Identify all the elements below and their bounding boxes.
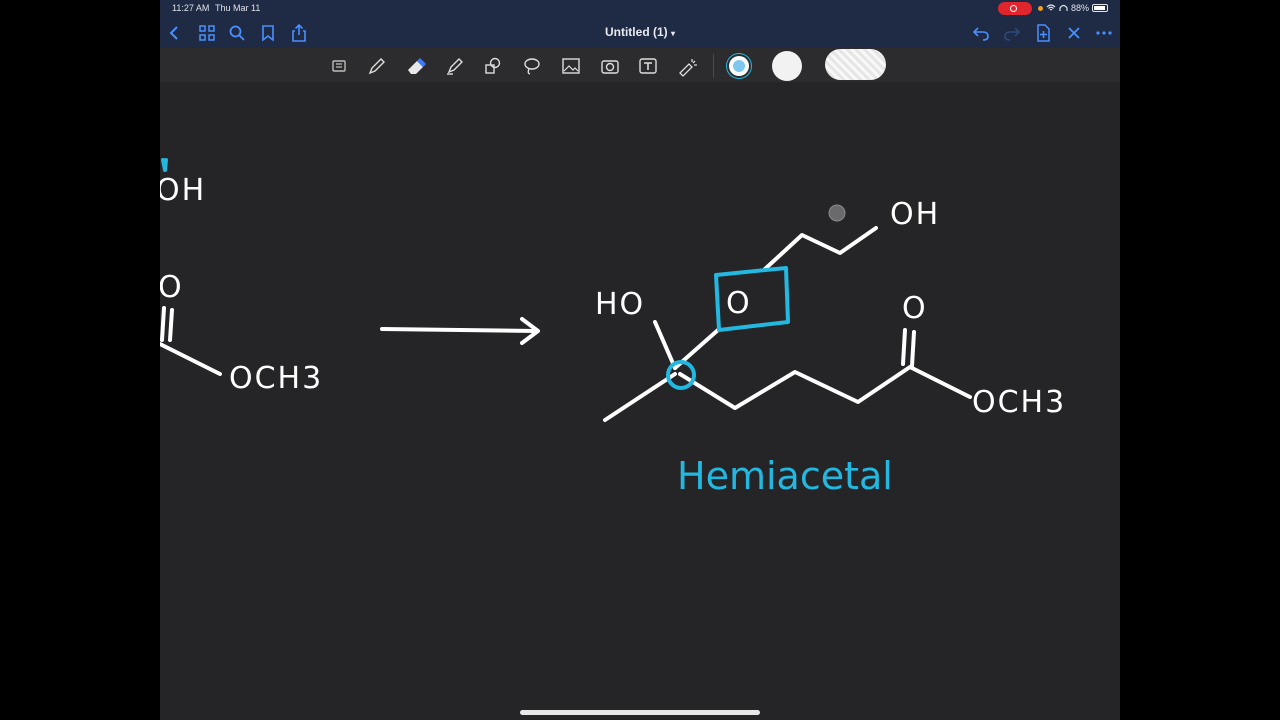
document-title-text: Untitled (1) <box>604 25 668 39</box>
ester-och3-label: OCH3 <box>972 385 1066 420</box>
battery-percent: 88% <box>1071 3 1090 13</box>
color-swatch-selected[interactable] <box>729 56 749 76</box>
bond-ho-to-carbon <box>653 320 677 370</box>
status-date: Thu Mar 11 <box>215 3 261 13</box>
screen-recording-indicator[interactable] <box>998 2 1032 15</box>
reaction-arrow <box>380 317 540 345</box>
handwritten-drawing: OH O OCH3 HO O OH O OCH3 Hemiacetal <box>160 158 1066 498</box>
left-molecule: OH O OCH3 <box>160 158 323 396</box>
page-icon[interactable] <box>328 55 350 77</box>
more-options-icon[interactable] <box>1094 23 1114 43</box>
methyl-bond <box>603 372 677 422</box>
drawing-toolbar <box>160 48 1120 82</box>
close-icon[interactable] <box>1064 23 1084 43</box>
status-time: 11:27 AM <box>172 3 210 13</box>
shapes-icon[interactable] <box>482 55 504 77</box>
carbon-chain <box>678 365 972 410</box>
battery-icon <box>1092 4 1109 12</box>
partial-blue-stroke <box>161 158 168 172</box>
ho-label: HO <box>595 287 645 322</box>
lasso-icon[interactable] <box>521 55 543 77</box>
chain-to-oh <box>763 226 878 271</box>
image-icon[interactable] <box>560 55 582 77</box>
toolbar-divider <box>713 54 714 78</box>
redo-icon[interactable] <box>1002 23 1022 43</box>
arrow-shaft <box>380 327 538 333</box>
left-double-bond <box>160 306 174 342</box>
ipad-screen: 11:27 AM Thu Mar 11 88% Untitled (1) ▾ O… <box>160 0 1120 720</box>
camera-icon[interactable] <box>599 55 621 77</box>
color-swatch-white[interactable] <box>772 51 802 81</box>
status-indicators: 88% <box>1038 3 1109 13</box>
wifi-icon <box>1046 4 1056 11</box>
pen-icon[interactable] <box>366 55 388 77</box>
undo-icon[interactable] <box>971 23 991 43</box>
text-icon[interactable] <box>637 55 659 77</box>
right-molecule: HO O OH O OCH3 <box>595 197 1066 422</box>
add-page-icon[interactable] <box>1033 23 1053 43</box>
left-och3-label: OCH3 <box>229 361 323 396</box>
left-carbonyl-oxygen: O <box>160 270 184 305</box>
pointer-cursor <box>828 204 846 222</box>
left-oh-label: OH <box>160 173 206 208</box>
drawing-canvas[interactable]: OH O OCH3 HO O OH O OCH3 Hemiacetal <box>160 82 1120 720</box>
chevron-down-icon: ▾ <box>671 29 676 38</box>
status-bar: 11:27 AM Thu Mar 11 88% <box>160 0 1120 18</box>
highlighter-icon[interactable] <box>444 55 466 77</box>
headphones-icon <box>1059 4 1068 11</box>
hemiacetal-label: Hemiacetal <box>677 454 893 498</box>
microphone-dot-icon <box>1038 5 1043 11</box>
eraser-icon[interactable] <box>405 55 427 77</box>
laser-pointer-icon[interactable] <box>676 55 698 77</box>
carbonyl-double-bond <box>901 328 916 368</box>
color-dot-icon <box>733 60 745 72</box>
oh-label: OH <box>890 197 940 232</box>
left-bond-to-och3 <box>160 342 222 376</box>
home-indicator[interactable] <box>520 710 760 715</box>
carbonyl-oxygen-label: O <box>902 291 928 326</box>
navigation-bar: Untitled (1) ▾ <box>160 18 1120 48</box>
ring-oxygen-label: O <box>726 286 752 321</box>
stroke-width-swatch[interactable] <box>825 49 886 80</box>
